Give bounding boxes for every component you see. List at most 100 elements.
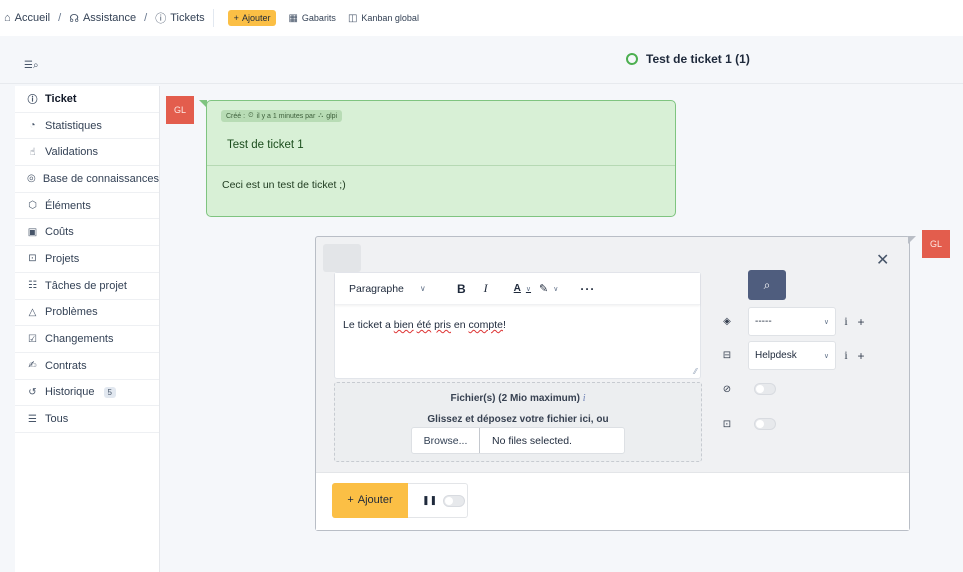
private-toggle[interactable] — [754, 383, 776, 395]
templates-link[interactable]: ▦ Gabarits — [288, 13, 335, 24]
ticket-content-card: Créé : ⏲ il y a 1 minutes par ⛬ glpi Tes… — [199, 100, 676, 217]
sidebar-item-historique[interactable]: ↺ Historique 5 — [15, 380, 159, 407]
info-icon[interactable]: i — [840, 348, 852, 363]
italic-button[interactable]: I — [484, 281, 488, 296]
close-icon[interactable]: ✕ — [876, 250, 889, 270]
sidebar-item-knowledge-base[interactable]: ◎ Base de connaissances — [15, 166, 159, 193]
resize-handle-icon[interactable]: ⁄⁄ — [694, 367, 697, 376]
chevron-down-icon: ∨ — [525, 285, 532, 293]
bold-button[interactable]: B — [457, 282, 466, 296]
sidebar-item-label: Éléments — [45, 199, 91, 212]
toggle-knob — [756, 385, 764, 393]
sidebar-item-label: Historique — [45, 386, 95, 399]
kanban-link[interactable]: ◫ Kanban global — [348, 13, 419, 24]
breadcrumb-home[interactable]: Accueil — [15, 12, 50, 24]
sidebar-item-label: Base de connaissances — [42, 172, 159, 185]
created-badge: Créé : ⏲ il y a 1 minutes par ⛬ glpi — [221, 110, 343, 122]
alert-circle-icon: ⓘ — [155, 13, 167, 25]
list-check-icon: ☷ — [28, 280, 37, 292]
text-color-button[interactable]: A ∨ — [514, 283, 531, 294]
rich-text-editor[interactable]: Paragraphe ∨ B I A ∨ ✎ ∨ ··· Le ticket a… — [334, 272, 701, 379]
category-row: ◈ ----- ∨ i + — [720, 307, 870, 336]
chevron-down-icon: ∨ — [553, 285, 559, 293]
clock-icon: ⏲ — [248, 112, 254, 119]
submit-group: + Ajouter ❚❚ — [332, 482, 468, 518]
info-icon[interactable]: i — [840, 314, 852, 329]
dropzone-subtitle: Glissez et déposez votre fichier ici, ou — [427, 414, 609, 425]
pending-toggle[interactable] — [443, 494, 466, 507]
sidebar: ⓘ Ticket ◔ Statistiques ☝ Validations ◎ … — [15, 86, 160, 572]
breadcrumb: ⌂ Accueil / ☊ Assistance / ⓘ Tickets — [4, 10, 205, 26]
sidebar-item-label: Ticket — [45, 92, 77, 105]
sidebar-item-taches-projet[interactable]: ☷ Tâches de projet — [15, 273, 159, 300]
category-select[interactable]: ----- ∨ — [748, 307, 836, 336]
clipboard-check-icon: ☑ — [28, 333, 37, 345]
source-value: Helpdesk — [755, 350, 797, 361]
pause-icon: ❚❚ — [422, 495, 438, 505]
template-row: ⊡ — [720, 418, 776, 430]
layers-icon: ☰ — [28, 413, 37, 425]
alert-circle-icon: ⓘ — [27, 95, 38, 107]
chevron-down-icon: ∨ — [823, 318, 829, 326]
avatar: GL — [922, 230, 950, 258]
breadcrumb-tickets[interactable]: Tickets — [170, 12, 204, 24]
home-icon: ⌂ — [4, 12, 11, 24]
alert-triangle-icon: △ — [28, 306, 37, 318]
sidebar-item-label: Problèmes — [45, 306, 98, 319]
topbar-divider — [212, 9, 214, 27]
sidebar-item-label: Projets — [45, 252, 80, 265]
more-options-icon[interactable]: ··· — [580, 282, 595, 296]
layers-icon: ◈ — [723, 316, 731, 327]
inbox-icon: ⊟ — [722, 350, 732, 361]
created-user[interactable]: glpi — [326, 113, 337, 120]
sidebar-item-projets[interactable]: ⊡ Projets — [15, 246, 159, 273]
browse-button[interactable]: Browse... — [412, 428, 480, 453]
file-dropzone[interactable]: Fichier(s) (2 Mio maximum) i Glissez et … — [334, 382, 702, 462]
history-icon: ↺ — [28, 386, 37, 398]
block-format-select[interactable]: Paragraphe ∨ — [349, 283, 439, 295]
sidebar-item-changements[interactable]: ☑ Changements — [15, 326, 159, 353]
add-source-button[interactable]: + — [852, 349, 870, 363]
toggle-knob — [445, 496, 454, 505]
chevron-down-icon: ∨ — [823, 352, 829, 360]
sidebar-item-elements[interactable]: ⬡ Éléments — [15, 193, 159, 220]
save-template-toggle[interactable] — [754, 418, 776, 430]
save-template-icon: ⊡ — [722, 418, 732, 430]
eye-off-icon: ⊘ — [722, 383, 732, 395]
package-icon: ⬡ — [28, 200, 37, 212]
sidebar-item-tous[interactable]: ☰ Tous — [15, 406, 159, 433]
topbar: ⌂ Accueil / ☊ Assistance / ⓘ Tickets + A… — [0, 0, 963, 36]
ticket-title-text: Test de ticket 1 (1) — [646, 52, 750, 66]
source-select[interactable]: Helpdesk ∨ — [748, 341, 836, 370]
card-tail — [199, 100, 207, 108]
kanban-icon: ◫ — [347, 12, 358, 24]
sidebar-item-contrats[interactable]: ✍ Contrats — [15, 353, 159, 380]
editor-toolbar: Paragraphe ∨ B I A ∨ ✎ ∨ ··· — [335, 273, 700, 305]
file-input[interactable]: Browse... No files selected. — [411, 427, 625, 454]
editor-text-segment: ! — [502, 319, 506, 331]
editor-content[interactable]: Le ticket a bien été pris en compte! — [343, 319, 506, 331]
avatar: GL — [166, 96, 194, 124]
add-button-label: Ajouter — [241, 13, 271, 23]
highlight-button[interactable]: ✎ ∨ — [539, 282, 558, 295]
history-count-badge: 5 — [103, 386, 116, 398]
contract-icon: ✍ — [28, 360, 37, 372]
breadcrumb-separator: / — [58, 12, 62, 24]
sidebar-item-problemes[interactable]: △ Problèmes — [15, 300, 159, 327]
sidebar-item-statistiques[interactable]: ◔ Statistiques — [15, 113, 159, 140]
submit-add-button[interactable]: + Ajouter — [332, 482, 408, 518]
sidebar-item-validations[interactable]: ☝ Validations — [15, 139, 159, 167]
sidebar-item-ticket[interactable]: ⓘ Ticket — [15, 86, 159, 113]
sidebar-item-label: Statistiques — [45, 119, 102, 132]
kanban-label: Kanban global — [361, 13, 419, 23]
add-button[interactable]: + Ajouter — [227, 10, 277, 26]
breadcrumb-assistance[interactable]: Assistance — [83, 12, 136, 24]
add-category-button[interactable]: + — [852, 315, 870, 329]
search-solution-button[interactable]: ⌕ — [748, 270, 786, 300]
sidebar-item-couts[interactable]: ▣ Coûts — [15, 219, 159, 247]
source-row: ⊟ Helpdesk ∨ i + — [720, 341, 870, 370]
toggle-sidebar-icon[interactable]: ☰⌕ — [24, 60, 39, 71]
template-icon: ▦ — [288, 12, 298, 24]
created-label: Créé : — [226, 112, 246, 120]
info-icon[interactable]: i — [583, 393, 586, 404]
